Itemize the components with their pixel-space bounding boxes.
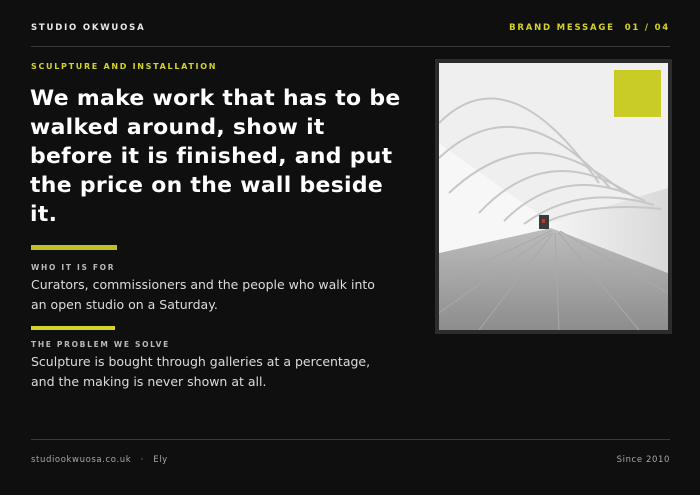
corridor-photo-image: [439, 63, 668, 330]
accent-bar: [31, 326, 115, 330]
top-bar: STUDIO OKWUOSA BRAND MESSAGE 01 / 04: [31, 23, 670, 37]
audience-label: WHO IT IS FOR: [31, 263, 116, 272]
section-label: BRAND MESSAGE: [509, 23, 615, 33]
problem-text: Sculpture is bought through galleries at…: [31, 354, 371, 389]
footer-divider: [31, 439, 670, 440]
audience-text: Curators, commissioners and the people w…: [31, 277, 375, 312]
location: Ely: [153, 455, 168, 465]
footer-separator: ·: [140, 455, 144, 465]
eyebrow-label: SCULPTURE AND INSTALLATION: [31, 62, 218, 71]
headline-highlight: [31, 245, 117, 250]
header-divider: [31, 46, 670, 47]
architecture-photo: [435, 59, 672, 334]
page-indicator: 01 / 04: [624, 23, 670, 33]
problem-label: THE PROBLEM WE SOLVE: [31, 340, 170, 349]
footer-left: studiookwuosa.co.uk · Ely: [31, 455, 168, 465]
brand-name: STUDIO OKWUOSA: [31, 23, 146, 33]
since-year: Since 2010: [616, 455, 670, 465]
headline: We make work that has to be walked aroun…: [30, 86, 401, 227]
header-meta: BRAND MESSAGE 01 / 04: [509, 23, 670, 33]
website-link[interactable]: studiookwuosa.co.uk: [31, 455, 131, 465]
